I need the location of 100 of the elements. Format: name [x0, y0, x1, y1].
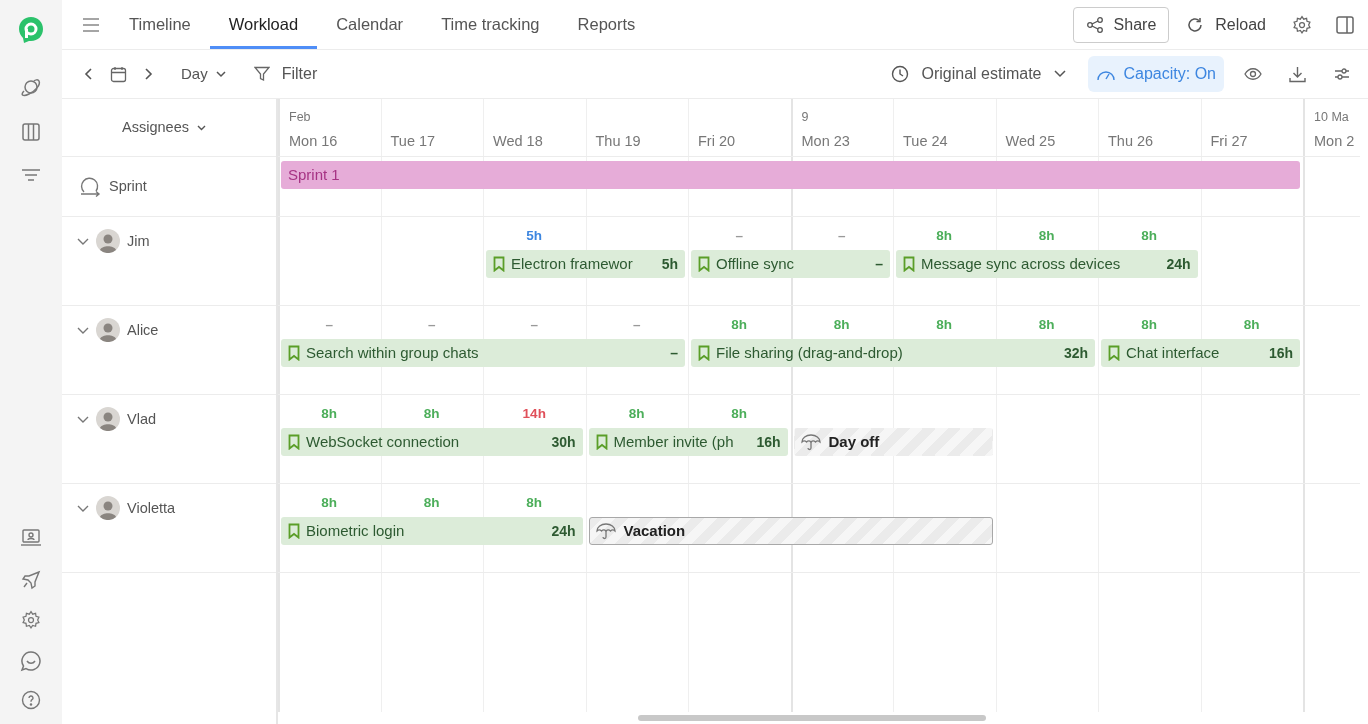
day-label: Fri 27: [1210, 132, 1248, 151]
bookmark-icon: [903, 256, 915, 272]
scale-dropdown[interactable]: Day: [181, 62, 226, 86]
load-value: 8h: [936, 316, 953, 334]
share-button[interactable]: Share: [1072, 6, 1170, 43]
clock-icon: [891, 65, 910, 83]
tab[interactable]: Time tracking: [422, 0, 559, 49]
filter-lines-icon[interactable]: [21, 168, 41, 182]
bookmark-icon: [288, 434, 300, 450]
settings-icon[interactable]: [1292, 14, 1312, 35]
load-value: 14h: [522, 405, 546, 423]
avatar: [96, 496, 120, 520]
chevron-down-icon: [196, 124, 206, 131]
download-icon[interactable]: [1289, 65, 1306, 83]
load-value: 8h: [731, 316, 748, 334]
task-title: Electron framewor: [511, 253, 634, 274]
load-value: 8h: [936, 227, 953, 245]
load-value: –: [838, 227, 846, 245]
load-value: –: [325, 316, 333, 334]
chat-icon[interactable]: [20, 650, 42, 672]
rocket-icon[interactable]: [21, 570, 41, 590]
avatar: [96, 229, 120, 253]
assignees-dropdown[interactable]: Assignees: [122, 116, 216, 139]
day-label: Thu 26: [1108, 132, 1154, 151]
task-bar[interactable]: WebSocket connection 30h: [281, 428, 583, 456]
month-label: 9: [801, 109, 809, 126]
assignee-name: Violetta: [127, 499, 176, 518]
load-value: 8h: [628, 405, 645, 423]
chevron-left-icon[interactable]: [84, 67, 94, 81]
load-value: 8h: [1243, 316, 1260, 334]
task-title: File sharing (drag-and-drop): [716, 342, 904, 363]
bookmark-icon: [698, 256, 710, 272]
task-bar[interactable]: Member invite (ph 16h: [588, 428, 788, 456]
calendar-icon[interactable]: [110, 65, 127, 83]
task-bar[interactable]: File sharing (drag-and-drop) 32h: [691, 339, 1095, 367]
task-hours: –: [875, 254, 883, 274]
day-label: Thu 19: [595, 132, 641, 151]
laptop-icon[interactable]: [20, 528, 42, 548]
day-label: Fri 20: [698, 132, 736, 151]
chevron-down-icon[interactable]: [77, 327, 89, 335]
eye-icon[interactable]: [1244, 67, 1262, 81]
load-value: 8h: [731, 405, 748, 423]
load-value: 8h: [321, 405, 338, 423]
day-label: Mon 16: [289, 132, 338, 151]
load-value: –: [735, 227, 743, 245]
logo-icon[interactable]: [18, 16, 44, 44]
task-hours: 32h: [1063, 343, 1088, 363]
reload-button[interactable]: Reload: [1187, 6, 1266, 43]
sprint-cycle-icon: [79, 176, 101, 197]
task-hours: 30h: [551, 432, 576, 452]
task-hours: –: [670, 343, 678, 363]
avatar: [96, 318, 120, 342]
bookmark-icon: [698, 345, 710, 361]
month-label: Feb: [289, 109, 311, 126]
day-label: Mon 23: [801, 132, 850, 151]
tab[interactable]: Calendar: [317, 0, 423, 49]
task-title: Biometric login: [306, 520, 406, 541]
task-bar[interactable]: Electron framewor 5h: [486, 250, 685, 278]
task-bar[interactable]: Chat interface 16h: [1101, 339, 1300, 367]
side-panel-icon[interactable]: [1336, 15, 1354, 34]
chevron-down-icon[interactable]: [77, 505, 89, 513]
menu-icon[interactable]: [82, 17, 100, 32]
task-bar[interactable]: Biometric login 24h: [281, 517, 583, 545]
sliders-icon[interactable]: [1334, 67, 1350, 81]
month-label: 10 Ma: [1314, 109, 1349, 126]
row-label: Sprint: [109, 176, 147, 196]
bookmark-icon: [1108, 345, 1120, 361]
task-bar[interactable]: Offline sync –: [691, 250, 890, 278]
task-title: WebSocket connection: [306, 431, 461, 452]
time-off-bar[interactable]: Day off: [793, 428, 993, 456]
day-label: Wed 18: [493, 132, 543, 151]
task-hours: 5h: [661, 254, 678, 274]
task-title: Search within group chats: [306, 342, 480, 363]
load-value: 8h: [1038, 227, 1055, 245]
task-hours: 24h: [551, 521, 576, 541]
chevron-down-icon[interactable]: [77, 238, 89, 246]
help-icon[interactable]: [21, 690, 41, 710]
task-bar[interactable]: Message sync across devices 24h: [896, 250, 1198, 278]
settings-icon[interactable]: [21, 610, 41, 630]
planet-icon[interactable]: [20, 76, 42, 98]
tab[interactable]: Reports: [558, 0, 655, 49]
chevron-down-icon: [1053, 70, 1066, 78]
task-bar[interactable]: Search within group chats –: [281, 339, 685, 367]
horizontal-scrollbar[interactable]: [638, 715, 986, 721]
chevron-down-icon: [215, 70, 226, 78]
share-icon: [1085, 15, 1104, 34]
bookmark-icon: [493, 256, 505, 272]
task-title: Chat interface: [1126, 342, 1221, 363]
reload-icon: [1187, 16, 1204, 33]
tab[interactable]: Workload: [209, 0, 318, 49]
columns-icon[interactable]: [21, 122, 41, 142]
chevron-right-icon[interactable]: [143, 67, 153, 81]
estimate-dropdown[interactable]: Original estimate: [891, 62, 1066, 86]
filter-button[interactable]: Filter: [253, 62, 318, 86]
task-title: Member invite (ph: [613, 431, 735, 452]
time-off-bar[interactable]: Vacation: [588, 517, 993, 545]
load-value: 8h: [833, 316, 850, 334]
chevron-down-icon[interactable]: [77, 416, 89, 424]
tab[interactable]: Timeline: [110, 0, 210, 49]
load-value: 8h: [526, 494, 543, 512]
